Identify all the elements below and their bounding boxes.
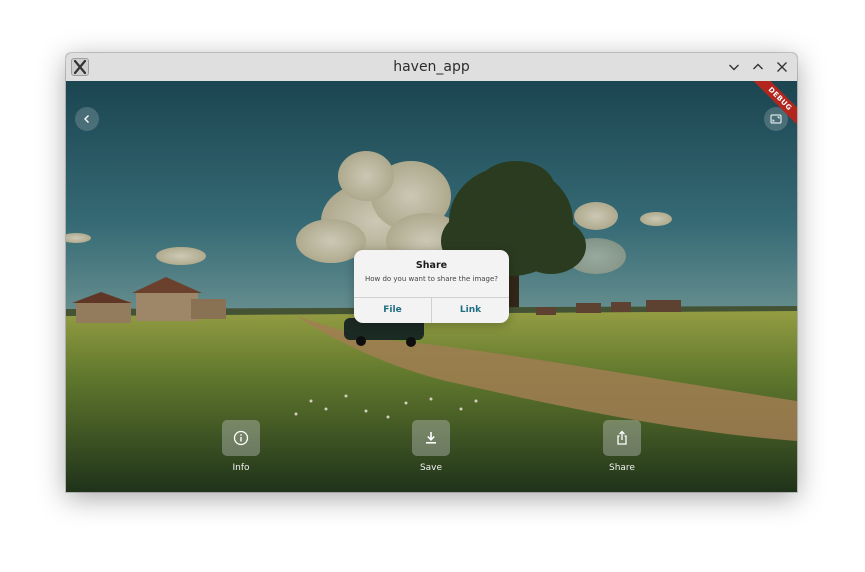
link-button[interactable]: Link — [432, 298, 509, 323]
info-action[interactable]: Info — [211, 420, 271, 473]
share-button[interactable] — [603, 420, 641, 456]
share-action[interactable]: Share — [592, 420, 652, 473]
title-bar[interactable]: haven_app — [66, 53, 797, 82]
chevron-left-icon — [84, 115, 89, 123]
info-label: Info — [232, 463, 250, 473]
fit-screen-icon — [770, 114, 782, 124]
dialog-message: How do you want to share the image? — [364, 275, 499, 283]
close-button[interactable] — [772, 57, 792, 77]
save-action[interactable]: Save — [401, 420, 461, 473]
image-viewer[interactable]: DEBUG Info Save Share Share How do you w… — [66, 81, 797, 492]
save-button[interactable] — [412, 420, 450, 456]
chevron-down-icon — [729, 64, 739, 71]
download-icon — [426, 432, 436, 444]
back-button[interactable] — [75, 107, 99, 131]
chevron-up-icon — [753, 63, 763, 70]
file-button[interactable]: File — [354, 298, 431, 323]
close-icon — [777, 62, 787, 72]
minimize-button[interactable] — [724, 57, 744, 77]
window-title: haven_app — [393, 59, 470, 75]
app-window: haven_app DEBUG Info Save Share Share Ho… — [66, 53, 797, 492]
share-label: Share — [609, 463, 635, 473]
info-icon — [233, 430, 249, 446]
maximize-button[interactable] — [748, 57, 768, 77]
save-label: Save — [419, 463, 443, 473]
share-dialog: Share How do you want to share the image… — [354, 250, 509, 323]
dialog-title: Share — [415, 260, 448, 271]
share-icon — [617, 430, 627, 445]
info-button[interactable] — [222, 420, 260, 456]
